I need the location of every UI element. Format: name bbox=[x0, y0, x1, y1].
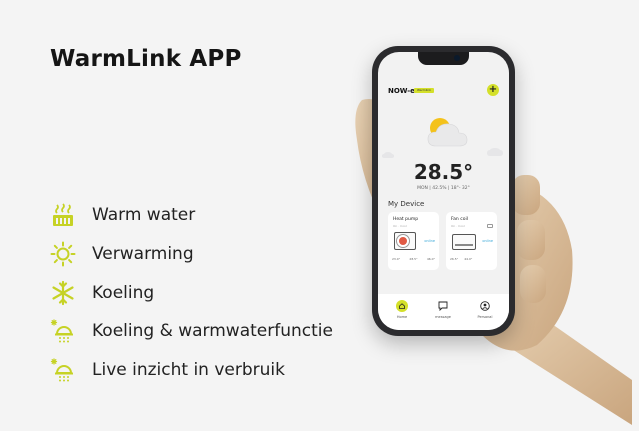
device-status: online bbox=[424, 239, 435, 243]
person-icon bbox=[479, 300, 491, 312]
feature-label: Live inzicht in verbruik bbox=[92, 360, 285, 380]
phone-screen: NOW-e Warmlink + 28.5° MON | 42.5% | 18°… bbox=[378, 52, 509, 330]
device-state: On · Cool bbox=[393, 224, 407, 228]
tab-label: Home bbox=[396, 315, 408, 319]
warm-water-icon bbox=[50, 202, 76, 228]
device-card-fan-coil[interactable]: Fan coil On · Cool online 26.5° 44.0° bbox=[446, 212, 497, 270]
sun-icon bbox=[50, 241, 76, 267]
feature-item-cooling: Koeling bbox=[50, 278, 154, 308]
tab-label: message bbox=[435, 315, 451, 319]
bottom-tab-bar: Home message Personal bbox=[378, 294, 509, 330]
device-status: online bbox=[482, 239, 493, 243]
brand-badge: Warmlink bbox=[414, 88, 434, 93]
device-stat: 44.0° bbox=[464, 257, 473, 261]
app-brand: NOW-e bbox=[388, 87, 415, 95]
page-title: WarmLink APP bbox=[50, 46, 242, 72]
device-state: On · Cool bbox=[451, 224, 465, 228]
device-stat: 28.5° bbox=[409, 257, 418, 261]
device-stat: 23.0° bbox=[392, 257, 401, 261]
section-title: My Device bbox=[388, 200, 425, 208]
small-cloud-icon bbox=[487, 148, 503, 156]
tab-home[interactable]: Home bbox=[382, 300, 422, 319]
message-icon bbox=[437, 300, 449, 312]
feature-label: Warm water bbox=[92, 205, 196, 225]
feature-item-warm-water: Warm water bbox=[50, 200, 195, 230]
phone-notch bbox=[418, 52, 469, 65]
feature-item-heating: Verwarming bbox=[50, 239, 194, 269]
feature-item-cooling-warm-water: Koeling & warmwaterfunctie bbox=[50, 316, 333, 346]
sun-snow-dome-icon bbox=[50, 357, 76, 383]
heat-pump-icon bbox=[394, 232, 416, 250]
device-card-heat-pump[interactable]: Heat pump On · Cool online 23.0° 28.5° 4… bbox=[388, 212, 439, 270]
fan-coil-icon bbox=[452, 234, 476, 250]
device-name: Heat pump bbox=[393, 217, 419, 222]
edit-icon[interactable] bbox=[487, 224, 493, 228]
feature-item-live-insight: Live inzicht in verbruik bbox=[50, 355, 285, 385]
add-device-button[interactable]: + bbox=[487, 84, 499, 96]
device-stat: 46.0° bbox=[426, 257, 435, 261]
device-name: Fan coil bbox=[451, 217, 468, 222]
device-stat: 26.5° bbox=[450, 257, 459, 261]
feature-label: Verwarming bbox=[92, 244, 194, 264]
tab-message[interactable]: message bbox=[423, 300, 463, 319]
home-icon bbox=[396, 300, 408, 312]
sun-snow-dome-icon bbox=[50, 318, 76, 344]
tab-label: Personal bbox=[477, 315, 493, 319]
tab-personal[interactable]: Personal bbox=[465, 300, 505, 319]
sun-cloud-icon bbox=[427, 118, 468, 147]
feature-label: Koeling & warmwaterfunctie bbox=[92, 321, 333, 341]
temperature-value: 28.5° bbox=[413, 160, 474, 184]
snowflake-icon bbox=[50, 280, 76, 306]
feature-label: Koeling bbox=[92, 283, 155, 303]
small-cloud-icon bbox=[382, 152, 394, 158]
weather-info: MON | 42.5% | 18°- 32° bbox=[417, 186, 470, 191]
phone-mockup: NOW-e Warmlink + 28.5° MON | 42.5% | 18°… bbox=[372, 46, 515, 336]
